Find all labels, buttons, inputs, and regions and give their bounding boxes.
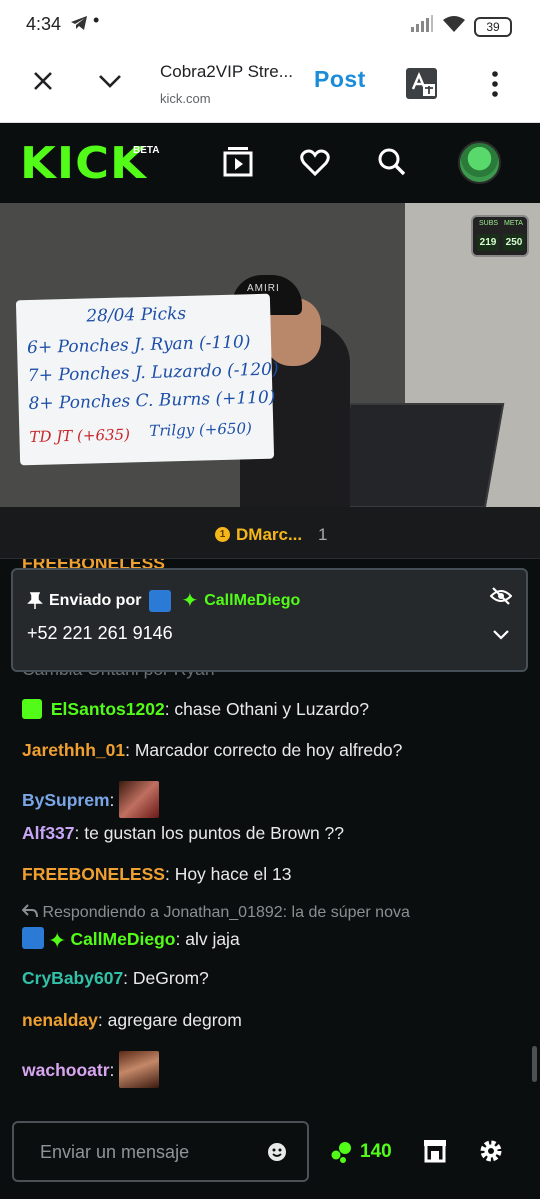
chevron-down-icon[interactable] [96,70,124,97]
eye-off-icon[interactable] [489,587,513,610]
chat-message: wachooatr: [22,1051,160,1088]
chat-text: Marcador correcto de hoy alfredo? [129,740,403,760]
chat-username[interactable]: BySuprem [22,790,110,810]
browse-icon[interactable] [222,145,254,184]
chevron-down-icon[interactable] [492,628,510,646]
top-gifter-bar[interactable]: 1 DMarc... 1 [0,507,540,559]
telegram-icon [70,15,88,36]
chat-colon: : [109,790,115,810]
more-vert-icon[interactable] [490,70,500,103]
laughing-emote [119,1051,160,1088]
gifter-count: 1 [318,525,328,544]
pinned-text: +52 221 261 9146 [27,623,173,643]
post-button[interactable]: Post [314,66,366,93]
chat-text: agregare degrom [102,1010,242,1030]
subs-label: SUBS [479,220,499,227]
chat-message: BySuprem: [22,781,160,818]
sparkle-badge-icon: ✦ [48,928,67,953]
chat-message: FREEBONELESS: Hoy hace el 13 [22,864,291,885]
beta-badge: BETA [133,145,160,156]
kick-header: KICK BETA [0,123,540,203]
whiteboard: 28/04 Picks 6+ Ponches J. Ryan (-110) 7+… [15,293,279,466]
status-bar: 4:34 • 39 [0,0,540,50]
pinned-message[interactable]: Enviado por ✦ CallMeDiego +52 221 261 91… [11,568,528,672]
moderator-badge-icon [149,589,172,612]
chat-text: Hoy hace el 13 [169,864,292,884]
chat-message: ✦ CallMeDiego: alv jaja [22,927,240,954]
chat-username[interactable]: Alf337 [22,823,75,843]
chat-message: Alf337: te gustan los puntos de Brown ?? [22,823,344,844]
store-icon[interactable] [422,1137,448,1168]
chat-username[interactable]: FREEBONELESS [22,864,165,884]
signal-icon [410,15,434,38]
chat-input-bar: Enviar un mensaje 140 [0,1100,540,1199]
chat-username[interactable]: ElSantos1202 [51,699,165,719]
chat-message: nenalday: agregare degrom [22,1010,242,1031]
chat-message: CryBaby607: DeGrom? [22,968,209,989]
board-line: 6+ Ponches J. Ryan (-110) [26,332,251,359]
wifi-icon [442,15,466,38]
board-line: TD JT (+635) [29,425,131,447]
pinned-user[interactable]: CallMeDiego [204,592,300,610]
page-url[interactable]: kick.com [160,91,211,106]
board-line: Trilgy (+650) [149,419,253,440]
close-icon[interactable] [30,68,56,99]
reply-note[interactable]: Respondiendo a Jonathan_01892: la de súp… [21,904,410,922]
chat-message: ElSantos1202: chase Othani y Luzardo? [22,699,369,720]
points-count: 140 [360,1141,392,1162]
video-player[interactable]: AMIRI 28/04 Picks 6+ Ponches J. Ryan (-1… [0,203,540,507]
pinned-sent-by: Enviado por [49,591,142,609]
chat-username[interactable]: CryBaby607 [22,968,123,988]
browser-toolbar: Cobra2VIP Stre... kick.com Post [0,50,540,123]
subs-meta-counter: SUBS META 219 250 [471,215,529,257]
chat-username[interactable]: nenalday [22,1010,98,1030]
board-line: 28/04 Picks [86,303,187,327]
subs-value: 219 [477,234,499,251]
chat-username[interactable]: Jarethhh_01 [22,740,125,760]
message-input[interactable]: Enviar un mensaje [12,1121,309,1182]
chat-colon: : [109,1060,115,1080]
status-time: 4:34 [26,14,62,34]
heart-icon[interactable] [300,149,330,182]
user-avatar[interactable] [458,141,501,184]
points-icon [331,1142,351,1163]
gear-icon[interactable] [478,1138,504,1169]
chat-username[interactable]: CallMeDiego [70,929,175,949]
chat-text: alv jaja [180,929,240,949]
reply-icon [21,904,38,918]
notification-dot: • [93,10,100,30]
chat-message: Jarethhh_01: Marcador correcto de hoy al… [22,740,402,761]
channel-points[interactable]: 140 [330,1140,392,1164]
video-laptop [330,403,505,507]
meta-value: 250 [503,234,525,251]
chat-text: chase Othani y Luzardo? [169,699,369,719]
gift-coin-icon: 1 [215,527,230,542]
kick-logo[interactable]: KICK [20,142,147,186]
pin-icon [27,591,43,609]
page-title[interactable]: Cobra2VIP Stre... [160,62,293,82]
board-line: 7+ Ponches J. Luzardo (-120) [27,359,279,387]
cap-text: AMIRI [247,283,280,294]
search-icon[interactable] [377,147,407,182]
chat-text: DeGrom? [128,968,209,988]
sparkle-badge-icon: ✦ [181,590,199,612]
chat-username[interactable]: wachooatr [22,1060,110,1080]
battery-indicator: 39 [474,16,512,37]
chat-scrollbar[interactable] [532,1046,537,1082]
emoji-icon[interactable] [268,1143,286,1161]
facepalm-emote [119,781,160,818]
translate-icon[interactable] [405,67,438,100]
gift-badge-icon [22,699,42,719]
gifter-name[interactable]: DMarc... [236,525,302,545]
chat-text: te gustan los puntos de Brown ?? [79,823,345,843]
moderator-badge-icon [22,927,44,949]
reply-text: Respondiendo a Jonathan_01892: la de súp… [42,904,410,921]
meta-label: META [504,220,523,227]
board-line: 8+ Ponches C. Burns (+110) [28,387,276,415]
pinned-header: Enviado por ✦ CallMeDiego [27,588,300,613]
